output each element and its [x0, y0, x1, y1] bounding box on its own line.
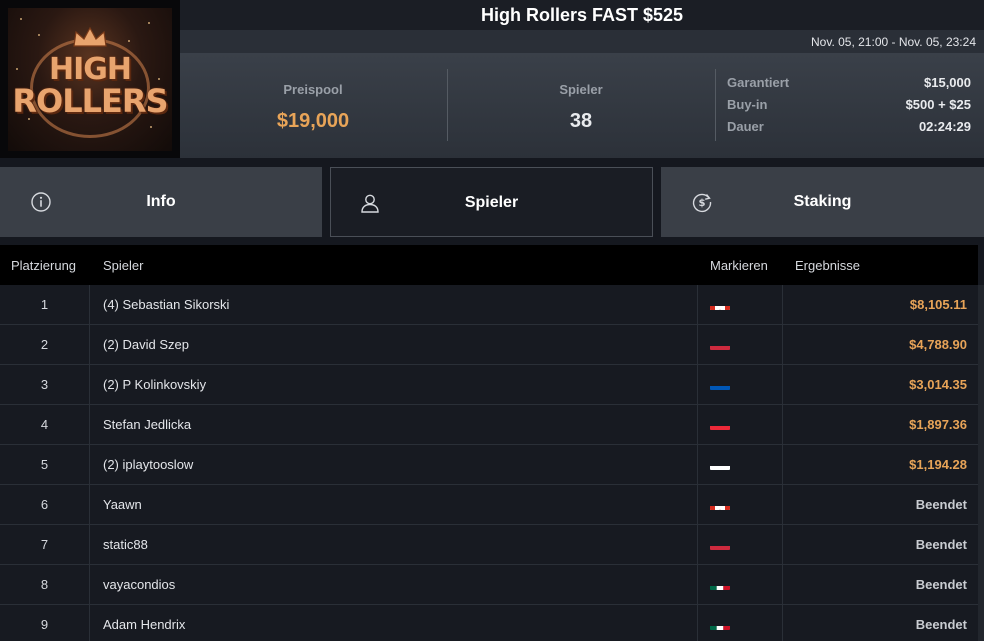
table-row[interactable]: 1 (4) Sebastian Sikorski $8,105.11: [0, 285, 978, 325]
detail-label: Dauer: [727, 119, 764, 134]
tab-staking[interactable]: $ Staking: [661, 167, 984, 237]
table-row[interactable]: 9 Adam Hendrix Beendet: [0, 605, 978, 641]
canada-flag-icon: [710, 496, 730, 510]
mark-cell[interactable]: [697, 565, 783, 605]
mark-cell[interactable]: [697, 365, 783, 405]
page-title: High Rollers FAST $525: [480, 5, 684, 25]
tournament-logo: HIGH ROLLERS: [0, 0, 180, 158]
player-name[interactable]: vayacondios: [103, 565, 175, 605]
players-label: Spieler: [559, 82, 603, 97]
table-row[interactable]: 6 Yaawn Beendet: [0, 485, 978, 525]
russia-flag-icon: [710, 456, 730, 470]
rank-cell: 1: [0, 285, 90, 325]
table-header: Platzierung Spieler Markieren Ergebnisse: [0, 245, 978, 285]
rank-cell: 6: [0, 485, 90, 525]
date-range: Nov. 05, 21:00 - Nov. 05, 23:24: [811, 35, 976, 49]
detail-value: 02:24:29: [918, 119, 971, 134]
players-value: 38: [569, 110, 593, 132]
result-value: $4,788.90: [909, 337, 967, 352]
player-name[interactable]: (2) P Kolinkovskiy: [103, 365, 206, 405]
result-value: $1,194.28: [909, 457, 967, 472]
tab-info[interactable]: Info: [0, 167, 322, 237]
detail-row-guaranteed: Garantiert $15,000: [727, 75, 971, 97]
logo-image: HIGH ROLLERS: [8, 8, 172, 151]
player-name[interactable]: Adam Hendrix: [103, 605, 185, 641]
rank-cell: 9: [0, 605, 90, 641]
logo-line-2: ROLLERS: [12, 82, 168, 120]
header-mark[interactable]: Markieren: [710, 258, 768, 273]
date-bar: Nov. 05, 21:00 - Nov. 05, 23:24: [180, 30, 984, 53]
tab-label: Info: [146, 193, 176, 210]
title-bar: High Rollers FAST $525: [180, 0, 984, 30]
rank-cell: 4: [0, 405, 90, 445]
prize-pool-label: Preispool: [283, 82, 343, 97]
stats-panel: Preispool $19,000 Spieler 38 Garantiert …: [180, 53, 984, 158]
table-row[interactable]: 2 (2) David Szep $4,788.90: [0, 325, 978, 365]
table-row[interactable]: 7 static88 Beendet: [0, 525, 978, 565]
mark-cell[interactable]: [697, 285, 783, 325]
rank-cell: 2: [0, 325, 90, 365]
player-name[interactable]: (2) iplaytooslow: [103, 445, 193, 485]
rank-cell: 8: [0, 565, 90, 605]
detail-row-duration: Dauer 02:24:29: [727, 119, 971, 141]
table-row[interactable]: 8 vayacondios Beendet: [0, 565, 978, 605]
detail-label: Garantiert: [727, 75, 790, 90]
header-rank[interactable]: Platzierung: [11, 258, 76, 273]
results-table: Platzierung Spieler Markieren Ergebnisse…: [0, 245, 984, 641]
tab-bar: Info Spieler $ Staking: [0, 167, 984, 237]
result-value: Beendet: [915, 577, 967, 592]
detail-value: $500 + $25: [905, 97, 971, 112]
detail-label: Buy-in: [727, 97, 768, 112]
prize-pool-value: $19,000: [276, 110, 350, 132]
mexico-flag-icon: [710, 576, 730, 590]
result-value: $1,897.36: [909, 417, 967, 432]
canada-flag-icon: [710, 296, 730, 310]
player-name[interactable]: (4) Sebastian Sikorski: [103, 285, 229, 325]
tab-label: Staking: [793, 193, 852, 210]
hungary-flag-icon: [710, 536, 730, 550]
prize-pool-stat: Preispool $19,000: [180, 53, 446, 158]
mark-cell[interactable]: [697, 445, 783, 485]
detail-value: $15,000: [924, 75, 971, 90]
result-value: $8,105.11: [909, 297, 967, 312]
mark-cell[interactable]: [697, 485, 783, 525]
table-body: 1 (4) Sebastian Sikorski $8,105.11 2 (2) Dav…: [0, 285, 978, 641]
table-row[interactable]: 5 (2) iplaytooslow $1,194.28: [0, 445, 978, 485]
header-player[interactable]: Spieler: [103, 258, 143, 273]
player-name[interactable]: Yaawn: [103, 485, 142, 525]
result-value: Beendet: [915, 497, 967, 512]
tab-label: Spieler: [464, 194, 519, 211]
scrollbar[interactable]: [978, 285, 984, 641]
player-name[interactable]: Stefan Jedlicka: [103, 405, 191, 445]
mark-cell[interactable]: [697, 405, 783, 445]
result-value: Beendet: [915, 617, 967, 632]
player-name[interactable]: (2) David Szep: [103, 325, 189, 365]
mexico-flag-icon: [710, 616, 730, 630]
divider: [715, 69, 716, 141]
header-results[interactable]: Ergebnisse: [795, 258, 860, 273]
tab-players[interactable]: Spieler: [330, 167, 653, 237]
mark-cell[interactable]: [697, 325, 783, 365]
mark-cell[interactable]: [697, 605, 783, 641]
ukraine-flag-icon: [710, 376, 730, 390]
table-row[interactable]: 4 Stefan Jedlicka $1,897.36: [0, 405, 978, 445]
players-stat: Spieler 38: [447, 53, 715, 158]
hungary-flag-icon: [710, 336, 730, 350]
austria-flag-icon: [710, 416, 730, 430]
table-row[interactable]: 3 (2) P Kolinkovskiy $3,014.35: [0, 365, 978, 405]
rank-cell: 3: [0, 365, 90, 405]
detail-row-buyin: Buy-in $500 + $25: [727, 97, 971, 119]
result-value: $3,014.35: [909, 377, 967, 392]
player-name[interactable]: static88: [103, 525, 148, 565]
result-value: Beendet: [915, 537, 967, 552]
rank-cell: 5: [0, 445, 90, 485]
crown-icon: [73, 26, 107, 47]
details-list: Garantiert $15,000 Buy-in $500 + $25 Dau…: [727, 75, 971, 141]
rank-cell: 7: [0, 525, 90, 565]
mark-cell[interactable]: [697, 525, 783, 565]
